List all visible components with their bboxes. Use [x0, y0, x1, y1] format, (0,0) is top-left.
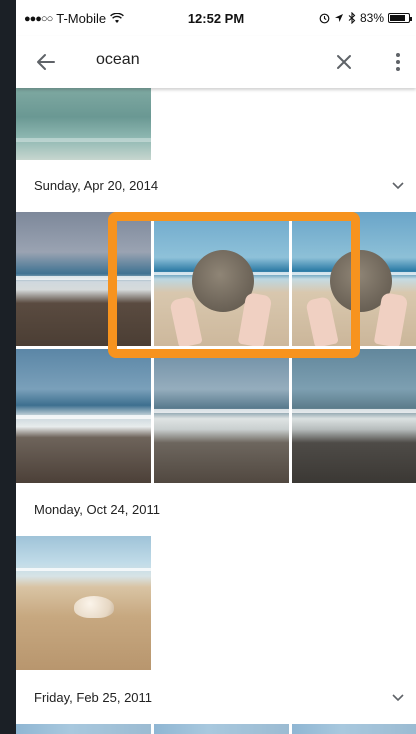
photo-thumbnail[interactable]: [154, 212, 289, 346]
date-label: Monday, Oct 24, 2011: [34, 502, 160, 517]
location-arrow-icon: [334, 14, 343, 22]
more-options-icon[interactable]: [386, 50, 410, 74]
photo-thumbnail[interactable]: [292, 724, 416, 734]
date-label: Sunday, Apr 20, 2014: [34, 178, 159, 193]
status-bar: ●●●○○ T-Mobile 12:52 PM 83%: [16, 0, 416, 36]
date-section-header: Friday, Feb 25, 2011: [16, 676, 416, 720]
hand: [305, 296, 339, 346]
seashell: [74, 596, 114, 618]
hand: [169, 296, 203, 346]
screen-left-edge: [0, 0, 16, 734]
chevron-down-icon[interactable]: [390, 692, 406, 704]
photo-thumbnail[interactable]: [292, 349, 416, 483]
back-arrow-icon[interactable]: [34, 50, 58, 74]
clear-search-icon[interactable]: [332, 50, 356, 74]
photo-thumbnail[interactable]: [16, 349, 151, 483]
photo-thumbnail[interactable]: [154, 349, 289, 483]
search-toolbar: ocean: [16, 36, 416, 88]
status-right: 83%: [319, 11, 412, 25]
date-section-header: Sunday, Apr 20, 2014: [16, 164, 416, 208]
photo-thumbnail[interactable]: [16, 212, 151, 346]
photo-thumbnail[interactable]: [292, 212, 416, 346]
date-label: Friday, Feb 25, 2011: [34, 690, 153, 705]
photo-thumbnail[interactable]: [154, 724, 289, 734]
search-query-text[interactable]: ocean: [96, 51, 140, 69]
battery-icon: [388, 13, 412, 23]
photos-app-screen: ●●●○○ T-Mobile 12:52 PM 83% ocean Sunday…: [16, 0, 416, 734]
photo-thumbnail[interactable]: [16, 88, 151, 160]
battery-percent: 83%: [359, 11, 384, 25]
bluetooth-icon: [348, 12, 356, 24]
date-section-header: Monday, Oct 24, 2011: [16, 488, 416, 532]
battery-level: [390, 15, 405, 21]
photo-thumbnail[interactable]: [16, 724, 151, 734]
photo-thumbnail[interactable]: [16, 536, 151, 670]
alarm-icon: [319, 13, 330, 23]
search-results: Sunday, Apr 20, 2014 Monday, Oct 24, 201…: [16, 88, 416, 734]
chevron-down-icon[interactable]: [390, 180, 406, 192]
